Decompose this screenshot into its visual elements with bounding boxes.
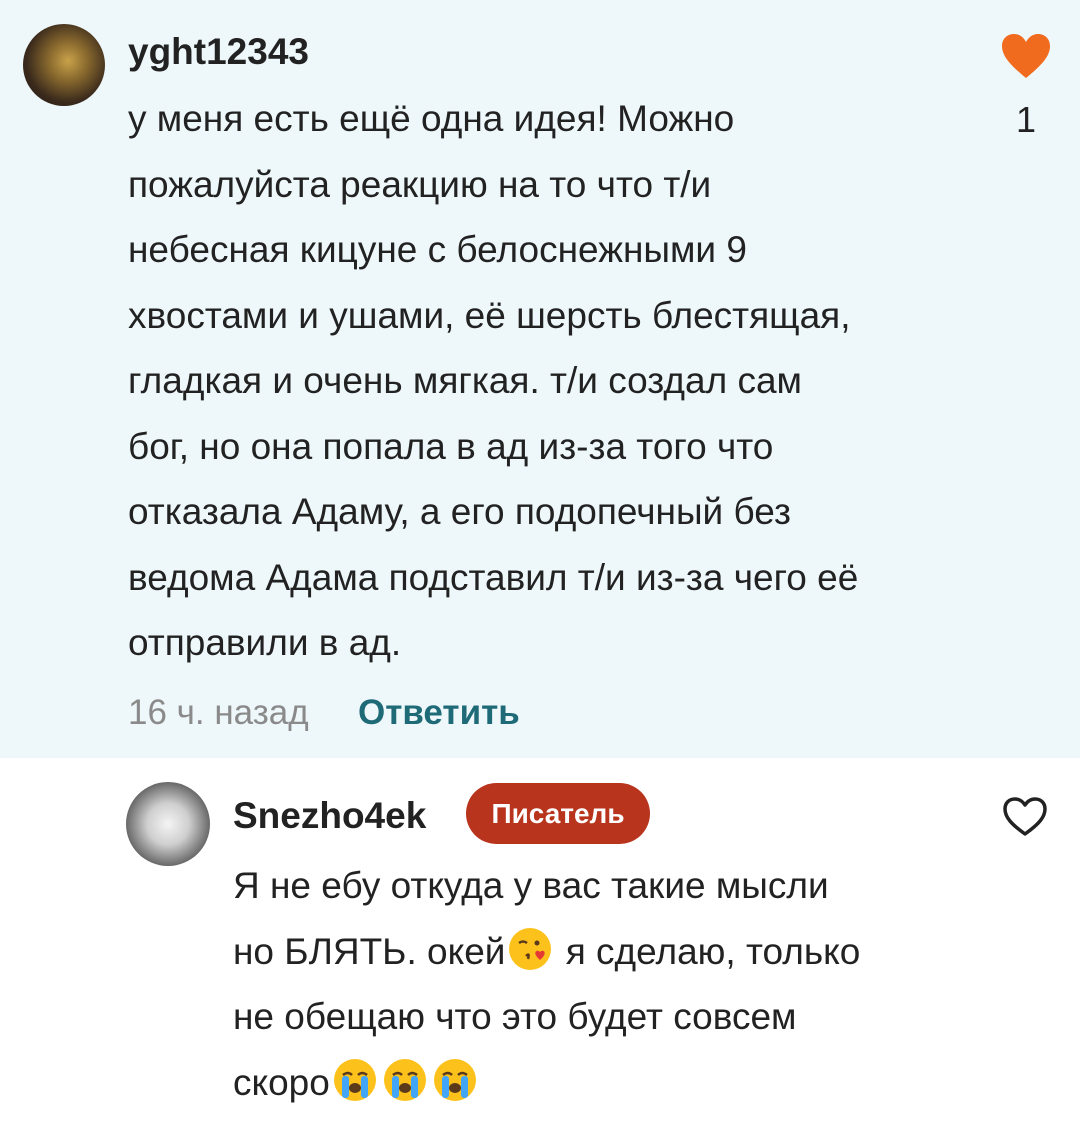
comment-text-line: пожалуйста реакцию на то что т/и (128, 163, 712, 205)
comment-text-line: отказала Адаму, а его подопечный без (128, 491, 792, 532)
face-blowing-kiss-emoji (509, 927, 552, 970)
reply-text-line: но БЛЯТЬ. окей я сделаю, только (233, 919, 993, 985)
comment-text: у меня есть ещё одна идея! Можно пожалуй… (128, 86, 958, 676)
comment-text-line: гладкая и очень мягкая. т/и создал сам (128, 360, 802, 401)
comment-text-line: ведома Адама подставил т/и из-за чего её (128, 556, 859, 598)
comment-timestamp: 16 ч. назад (128, 693, 309, 732)
avatar[interactable] (23, 24, 105, 106)
reply-text-line: Я не ебу откуда у вас такие мысли (233, 865, 829, 906)
reply-button[interactable]: Ответить (358, 688, 520, 738)
avatar[interactable] (126, 782, 210, 866)
heart-filled-icon[interactable] (1000, 32, 1052, 80)
loudly-crying-face-emoji (433, 1058, 476, 1101)
loudly-crying-face-emoji (383, 1058, 426, 1101)
comment-text-line: отправили в ад. (128, 622, 402, 663)
reply-text-line: не обещаю что это будет совсем (233, 996, 797, 1037)
reply-text: Я не ебу откуда у вас такие мысли но БЛЯ… (233, 853, 993, 1115)
comment-text-line: хвостами и ушами, её шерсть блестящая, (128, 294, 851, 336)
like-count: 1 (1015, 99, 1037, 140)
writer-badge: Писатель (466, 783, 650, 844)
comment-username[interactable]: yght12343 (128, 33, 309, 70)
comment-text-line: небесная кицуне с белоснежными 9 (128, 229, 747, 270)
loudly-crying-face-emoji (333, 1058, 376, 1101)
heart-outline-icon[interactable] (1002, 796, 1048, 838)
comment-text-line: у меня есть ещё одна идея! Можно (128, 98, 735, 139)
comment-text-line: бог, но она попала в ад из-за того что (128, 425, 774, 467)
reply-text-line: скоро (233, 1050, 993, 1116)
reply-username[interactable]: Snezho4ek (233, 797, 426, 834)
